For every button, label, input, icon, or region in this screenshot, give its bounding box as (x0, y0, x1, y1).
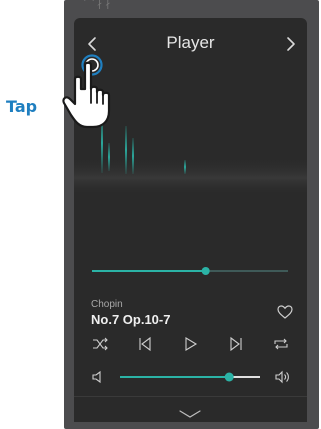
visualizer-bar (125, 126, 127, 174)
speaker-low-icon (92, 370, 101, 384)
pointing-hand-icon (62, 61, 111, 129)
play-button[interactable] (181, 335, 199, 353)
volume-up-button[interactable] (274, 369, 290, 385)
next-button[interactable] (227, 335, 245, 353)
song-title: No.7 Op.10-7 (91, 312, 171, 327)
chevron-down-icon (179, 410, 201, 418)
footer-divider (74, 396, 307, 397)
progress-fill (92, 270, 206, 272)
volume-slider[interactable] (120, 370, 260, 384)
volume-row (74, 367, 307, 387)
repeat-button[interactable] (272, 335, 290, 353)
visualizer-bar (132, 138, 134, 174)
heart-icon (277, 305, 293, 319)
repeat-icon (274, 338, 288, 350)
visualizer-bar (184, 160, 186, 174)
next-track-icon (230, 336, 242, 352)
tap-label: Tap (6, 97, 38, 116)
shuffle-button[interactable] (91, 335, 109, 353)
page-title: Player (166, 33, 215, 52)
collapse-button[interactable] (178, 406, 202, 418)
artist-name: Chopin (91, 299, 123, 310)
chevron-right-icon (287, 37, 295, 51)
forward-button[interactable] (280, 34, 300, 54)
play-icon (185, 337, 198, 351)
volume-down-button[interactable] (90, 369, 106, 385)
favorite-button[interactable] (277, 304, 293, 320)
volume-thumb[interactable] (224, 372, 234, 382)
visualizer-bar (108, 143, 110, 171)
playback-controls (74, 335, 307, 355)
volume-fill (120, 376, 230, 378)
shuffle-icon (93, 337, 108, 351)
previous-track-icon (139, 336, 151, 352)
previous-button[interactable] (136, 335, 154, 353)
progress-thumb[interactable] (201, 267, 210, 275)
speaker-high-icon (275, 370, 289, 384)
device-top-glyphs: ⌒ ∤ ∤ (84, 0, 111, 10)
progress-slider[interactable] (92, 264, 288, 278)
